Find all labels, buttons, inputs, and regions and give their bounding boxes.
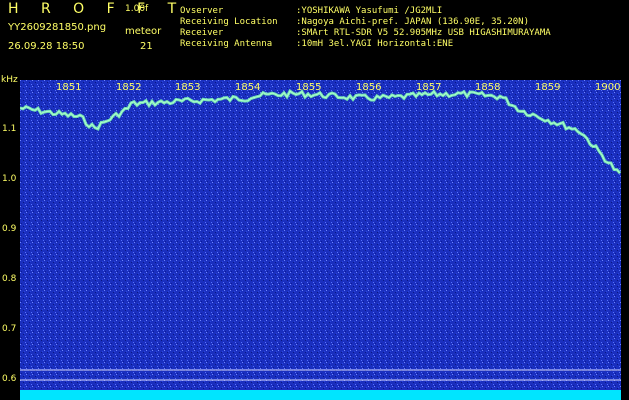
spectrum-noise — [20, 80, 621, 396]
info-value: :10mH 3el.YAGI Horizontal:ENE — [296, 39, 454, 49]
y-tick-label: 1.1 — [2, 124, 17, 134]
info-value: :Nagoya Aichi-pref. JAPAN (136.90E, 35.2… — [296, 17, 529, 27]
y-tick-label: 0.8 — [2, 274, 17, 284]
x-tick-label: 1854 — [235, 82, 261, 93]
info-row-antenna: Receiving Antenna :10mH 3el.YAGI Horizont… — [180, 39, 551, 50]
x-tick-label: 1852 — [116, 82, 142, 93]
meteor-label: meteor — [125, 26, 162, 37]
spectrogram-canvas — [20, 80, 621, 396]
x-tick-label: 1851 — [56, 82, 82, 93]
x-tick-label: 1900 — [595, 82, 621, 93]
info-row-receiver: Receiver :SMArt RTL-SDR V5 52.905MHz USB … — [180, 28, 551, 39]
app-brand: H R O F F T — [8, 1, 186, 17]
x-tick-label: 1855 — [296, 82, 322, 93]
x-tick-label: 1857 — [416, 82, 442, 93]
x-tick-label: 1853 — [175, 82, 201, 93]
noise-floor-band — [20, 390, 621, 400]
info-value: :YOSHIKAWA Yasufumi /JG2MLI — [296, 6, 443, 16]
x-tick-label: 1858 — [475, 82, 501, 93]
header-panel: H R O F F T 1.00f YY2609281850.png meteo… — [0, 0, 629, 80]
date-time: 26.09.28 18:50 — [8, 41, 85, 52]
info-key: Receiver — [180, 28, 224, 38]
x-tick-label: 1856 — [356, 82, 382, 93]
info-value: :SMArt RTL-SDR V5 52.905MHz USB HIGASHIM… — [296, 28, 551, 38]
info-key: Receiving Antenna — [180, 39, 273, 49]
info-key: Receiving Location — [180, 17, 278, 27]
y-tick-label: 1.0 — [2, 174, 17, 184]
meteor-count: 21 — [140, 41, 153, 52]
info-key: Ovserver — [180, 6, 224, 16]
y-axis-unit: kHz — [1, 75, 18, 85]
x-tick-label: 1859 — [535, 82, 561, 93]
station-info: Ovserver :YOSHIKAWA Yasufumi /JG2MLI Rece… — [180, 6, 551, 50]
info-row-observer: Ovserver :YOSHIKAWA Yasufumi /JG2MLI — [180, 6, 551, 17]
info-row-location: Receiving Location :Nagoya Aichi-pref. JA… — [180, 17, 551, 28]
y-tick-label: 0.6 — [2, 374, 17, 384]
y-tick-label: 0.9 — [2, 224, 17, 234]
spectrogram — [20, 80, 621, 396]
y-tick-label: 0.7 — [2, 324, 17, 334]
app-version: 1.00f — [125, 4, 149, 14]
file-name: YY2609281850.png — [8, 22, 107, 33]
